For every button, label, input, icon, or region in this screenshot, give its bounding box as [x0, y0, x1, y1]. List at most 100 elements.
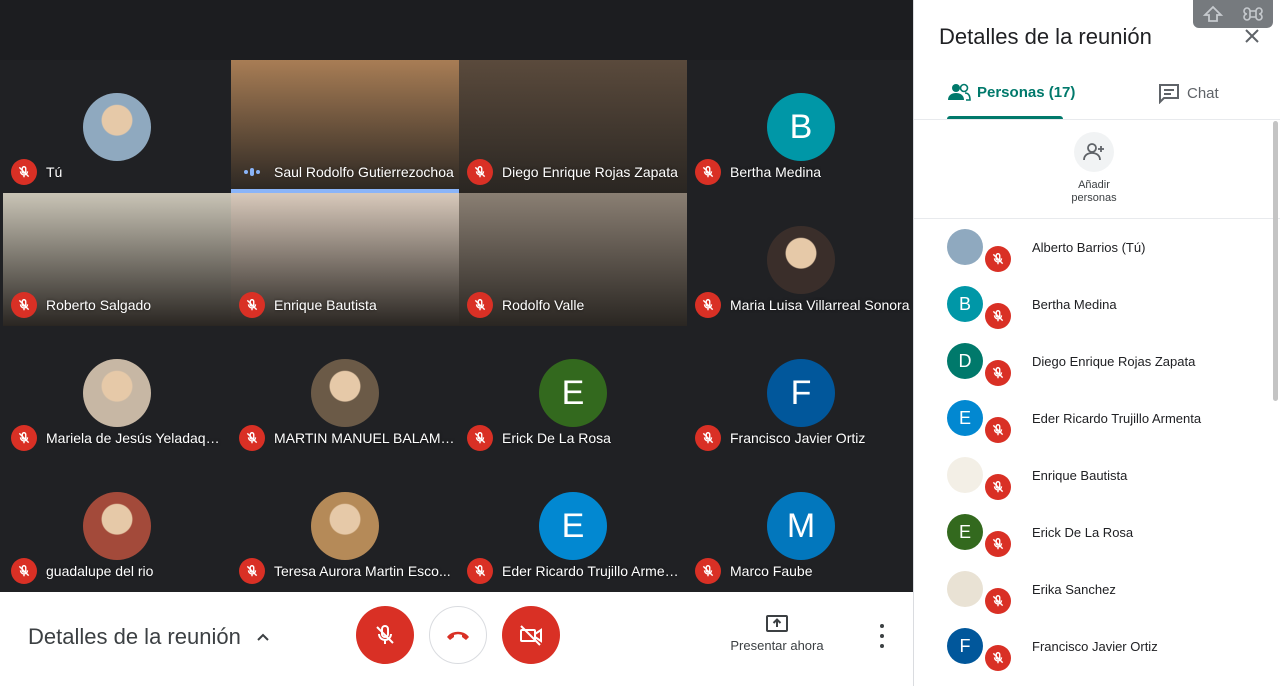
participant-list-avatar	[947, 229, 983, 265]
participant-tile[interactable]: M Marco Faube	[687, 459, 915, 592]
participant-list-item[interactable]: Enrique Bautista	[914, 447, 1274, 504]
participant-tile[interactable]: Mariela de Jesús Yeladaqui...	[3, 326, 231, 459]
participant-list-avatar: B	[947, 286, 983, 322]
participant-label: Enrique Bautista	[239, 292, 455, 318]
participant-list-avatar	[947, 571, 983, 607]
participant-list-avatar: E	[947, 400, 983, 436]
mic-muted-icon	[11, 425, 37, 451]
participant-tile[interactable]: Enrique Bautista	[231, 193, 459, 326]
participant-tile[interactable]: Tú	[3, 60, 231, 193]
participant-list-name: Erika Sanchez	[1032, 582, 1116, 597]
mic-muted-icon	[239, 425, 265, 451]
tab-people-label: Personas (17)	[977, 83, 1076, 101]
participant-tile[interactable]: Rodolfo Valle	[459, 193, 687, 326]
participant-tile[interactable]: F Francisco Javier Ortiz	[687, 326, 915, 459]
participant-list-item[interactable]: Erika Sanchez	[914, 561, 1274, 618]
participant-list-avatar: F	[947, 628, 983, 664]
participant-name: MARTIN MANUEL BALAM ...	[274, 430, 455, 446]
participant-list-name: Eder Ricardo Trujillo Armenta	[1032, 411, 1202, 426]
participant-tile[interactable]: MARTIN MANUEL BALAM ...	[231, 326, 459, 459]
participant-grid: Tú Saul Rodolfo Gutierrezochoa Diego Enriq…	[3, 60, 915, 592]
overlay-controls	[1193, 0, 1273, 28]
people-icon	[948, 83, 971, 101]
camera-toggle-button[interactable]	[502, 606, 560, 664]
participant-list-name: Alberto Barrios (Tú)	[1032, 240, 1146, 255]
mic-muted-icon	[11, 292, 37, 318]
participant-tile[interactable]: Diego Enrique Rojas Zapata	[459, 60, 687, 193]
mic-muted-icon	[695, 558, 721, 584]
mic-muted-icon	[985, 588, 1011, 614]
meeting-details-toggle[interactable]: Detalles de la reunión	[28, 624, 271, 650]
participant-tile[interactable]: Roberto Salgado	[3, 193, 231, 326]
microphone-toggle-button[interactable]	[356, 606, 414, 664]
participant-list-name: Francisco Javier Ortiz	[1032, 639, 1158, 654]
participant-name: Bertha Medina	[730, 164, 822, 180]
participant-name: Marco Faube	[730, 563, 813, 579]
close-icon[interactable]	[1242, 26, 1262, 46]
participant-label: Tú	[11, 159, 227, 185]
command-key-icon	[1243, 7, 1263, 21]
participant-tile[interactable]: E Eder Ricardo Trujillo Armenta	[459, 459, 687, 592]
mic-muted-icon	[985, 303, 1011, 329]
participant-avatar: M	[767, 492, 835, 560]
mic-muted-icon	[467, 558, 493, 584]
participant-list-avatar: D	[947, 343, 983, 379]
chevron-up-icon	[257, 633, 269, 641]
present-now-label: Presentar ahora	[730, 638, 824, 653]
participant-list-item[interactable]: D Diego Enrique Rojas Zapata	[914, 333, 1274, 390]
participant-list-item[interactable]: E Eder Ricardo Trujillo Armenta	[914, 390, 1274, 447]
participant-list-name: Diego Enrique Rojas Zapata	[1032, 354, 1196, 369]
participant-list-item[interactable]: Alberto Barrios (Tú)	[914, 219, 1274, 276]
speaking-indicator-icon	[239, 159, 265, 185]
panel-tabs: Personas (17) Chat	[914, 70, 1280, 120]
participant-label: Maria Luisa Villarreal Sonora	[695, 292, 911, 318]
mic-muted-icon	[695, 425, 721, 451]
participant-list-item[interactable]: B Bertha Medina	[914, 276, 1274, 333]
mic-muted-icon	[239, 292, 265, 318]
participant-name: Diego Enrique Rojas Zapata	[502, 164, 678, 180]
participant-tile[interactable]: E Erick De La Rosa	[459, 326, 687, 459]
mic-muted-icon	[695, 292, 721, 318]
participant-tile[interactable]: Maria Luisa Villarreal Sonora	[687, 193, 915, 326]
participant-label: guadalupe del rio	[11, 558, 227, 584]
add-person-icon	[1083, 143, 1104, 161]
meeting-details-panel: Detalles de la reunión Personas (17) Cha…	[913, 0, 1280, 686]
participant-label: Saul Rodolfo Gutierrezochoa	[239, 159, 455, 185]
mic-muted-icon	[11, 159, 37, 185]
mic-muted-icon	[985, 360, 1011, 386]
tab-people[interactable]: Personas (17)	[947, 82, 1075, 102]
present-now-button[interactable]: Presentar ahora	[727, 614, 827, 653]
participant-list-avatar: E	[947, 514, 983, 550]
participant-name: Tú	[46, 164, 63, 180]
participant-label: Diego Enrique Rojas Zapata	[467, 159, 683, 185]
participant-tile[interactable]: Teresa Aurora Martin Esco...	[231, 459, 459, 592]
mic-muted-icon	[985, 645, 1011, 671]
participant-list-scrollbar[interactable]	[1273, 121, 1278, 401]
participant-name: Francisco Javier Ortiz	[730, 430, 866, 446]
participant-label: Marco Faube	[695, 558, 911, 584]
bottom-toolbar: Detalles de la reunión Presentar ahora	[0, 592, 913, 686]
meeting-details-label: Detalles de la reunión	[28, 624, 241, 649]
dot-icon	[880, 634, 884, 638]
participant-label: Erick De La Rosa	[467, 425, 683, 451]
present-screen-icon	[766, 615, 788, 632]
participant-avatar: B	[767, 93, 835, 161]
leave-call-button[interactable]	[429, 606, 487, 664]
participant-photo	[83, 359, 151, 427]
participant-tile[interactable]: guadalupe del rio	[3, 459, 231, 592]
add-people-button[interactable]: Añadir personas	[1054, 132, 1134, 205]
participant-photo	[83, 492, 151, 560]
chat-icon	[1159, 84, 1179, 104]
participant-tile[interactable]: Saul Rodolfo Gutierrezochoa	[231, 60, 459, 193]
mic-muted-icon	[239, 558, 265, 584]
more-options-button[interactable]	[872, 624, 892, 648]
participant-list-item[interactable]: F Francisco Javier Ortiz	[914, 618, 1274, 675]
add-person-icon-circle	[1074, 132, 1114, 172]
tab-chat[interactable]: Chat	[1157, 82, 1219, 104]
upload-icon	[1202, 5, 1224, 22]
participant-tile[interactable]: B Bertha Medina	[687, 60, 915, 193]
mic-off-icon	[376, 625, 394, 644]
participant-list-item[interactable]: E Erick De La Rosa	[914, 504, 1274, 561]
participant-name: Erick De La Rosa	[502, 430, 611, 446]
participant-name: Teresa Aurora Martin Esco...	[274, 563, 451, 579]
